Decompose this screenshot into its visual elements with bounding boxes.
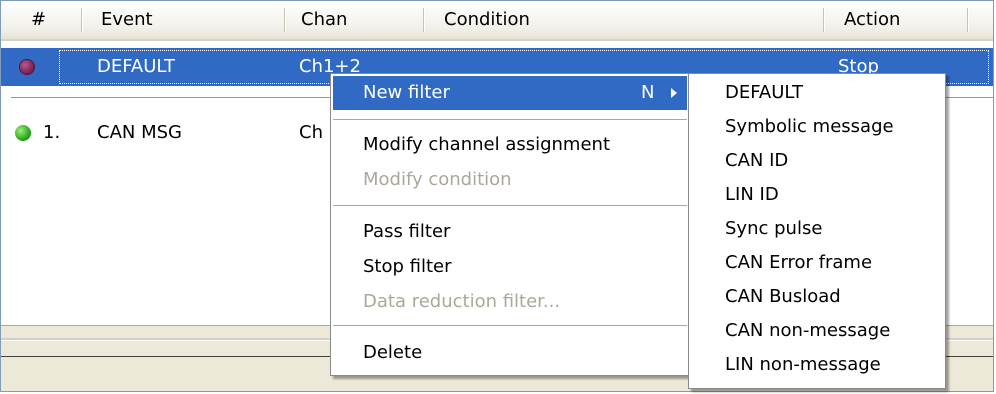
- context-menu: New filter N Modify channel assignment M…: [330, 73, 690, 376]
- menu-separator: [333, 325, 687, 326]
- submenu-item-sync-pulse[interactable]: Sync pulse: [691, 212, 822, 246]
- cell-event: CAN MSG: [97, 122, 182, 143]
- submenu-item-lin-id[interactable]: LIN ID: [691, 178, 779, 212]
- cell-event: DEFAULT: [97, 56, 175, 77]
- menu-separator: [333, 205, 687, 206]
- menu-item-new-filter[interactable]: New filter N: [333, 76, 687, 110]
- column-divider[interactable]: [81, 8, 83, 32]
- cell-number: 1.: [43, 122, 61, 143]
- menu-item-label: New filter: [363, 82, 450, 103]
- column-divider[interactable]: [823, 8, 825, 32]
- menu-item-delete[interactable]: Delete: [333, 336, 687, 370]
- column-divider[interactable]: [967, 8, 969, 32]
- submenu-item-lin-non-message[interactable]: LIN non-message: [691, 348, 881, 382]
- column-header-action[interactable]: Action: [844, 1, 900, 39]
- new-filter-submenu: DEFAULT Symbolic message CAN ID LIN ID S…: [688, 73, 946, 389]
- status-dot-icon: [15, 125, 31, 141]
- menu-item-data-reduction-filter[interactable]: Data reduction filter...: [333, 285, 687, 319]
- status-dot-icon: [19, 59, 35, 75]
- menu-separator: [333, 119, 687, 120]
- column-divider[interactable]: [423, 8, 425, 32]
- cell-chan: Ch: [299, 122, 323, 143]
- submenu-item-can-busload[interactable]: CAN Busload: [691, 280, 841, 314]
- menu-item-shortcut: N: [641, 82, 655, 103]
- column-header-number[interactable]: #: [31, 1, 46, 39]
- submenu-item-symbolic-message[interactable]: Symbolic message: [691, 110, 894, 144]
- menu-item-modify-condition[interactable]: Modify condition: [333, 163, 687, 197]
- menu-item-stop-filter[interactable]: Stop filter: [333, 250, 687, 284]
- submenu-arrow-icon: [671, 88, 677, 98]
- submenu-item-can-non-message[interactable]: CAN non-message: [691, 314, 890, 348]
- column-header-condition[interactable]: Condition: [444, 1, 530, 39]
- column-divider[interactable]: [284, 8, 286, 32]
- column-header-event[interactable]: Event: [101, 1, 153, 39]
- column-header: # Event Chan Condition Action: [1, 1, 993, 41]
- menu-item-modify-channel-assignment[interactable]: Modify channel assignment: [333, 128, 687, 162]
- submenu-item-can-error-frame[interactable]: CAN Error frame: [691, 246, 872, 280]
- submenu-item-default[interactable]: DEFAULT: [691, 76, 803, 110]
- column-header-chan[interactable]: Chan: [301, 1, 347, 39]
- submenu-item-can-id[interactable]: CAN ID: [691, 144, 788, 178]
- menu-item-pass-filter[interactable]: Pass filter: [333, 215, 687, 249]
